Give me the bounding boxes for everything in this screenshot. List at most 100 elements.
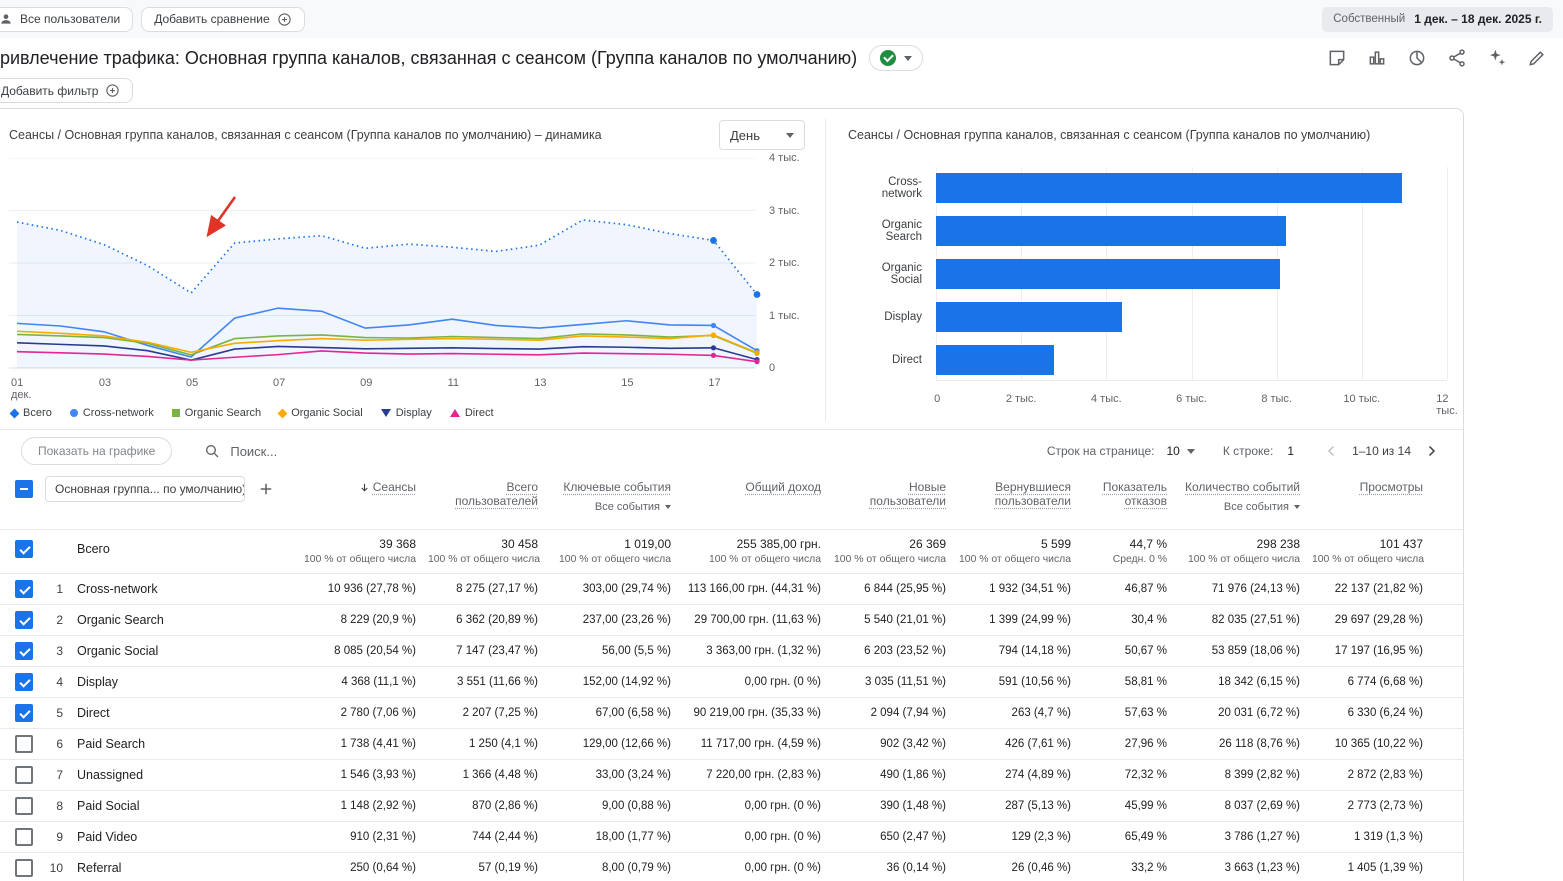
row-checkbox[interactable]: [15, 797, 33, 815]
table-row[interactable]: 4 Display 4 368 (11,1 %) 3 551 (11,66 %) 152…: [0, 667, 1463, 698]
granularity-select[interactable]: День: [719, 120, 805, 150]
search-input[interactable]: [230, 443, 361, 459]
table-row[interactable]: 2 Organic Search 8 229 (20,9 %) 6 362 (20,8…: [0, 605, 1463, 636]
row-checkbox[interactable]: [15, 735, 33, 753]
previous-page-button[interactable]: [1320, 439, 1344, 463]
column-header[interactable]: Вернувшиеся пользователи: [958, 476, 1083, 514]
metric-cell: 17 197 (16,95 %): [1334, 645, 1423, 657]
dimension-select[interactable]: Основная группа... по умолчанию): [45, 476, 245, 502]
legend-item[interactable]: Organic Social: [277, 407, 363, 419]
rows-per-page-select[interactable]: 10: [1166, 444, 1195, 458]
channel-name: Unassigned: [77, 768, 144, 782]
data-quality-badge[interactable]: [869, 45, 924, 71]
totals-subtext: 100 % от общего числа: [304, 554, 416, 565]
bar[interactable]: [936, 344, 1055, 375]
totals-subtext: 100 % от общего числа: [959, 554, 1071, 565]
all-users-chip[interactable]: Все пользователи: [0, 6, 134, 32]
insights-icon[interactable]: [1485, 46, 1509, 70]
top-bar: Все пользователи Добавить сравнение Собс…: [0, 0, 1563, 38]
metric-cell: 591 (10,56 %): [998, 676, 1071, 688]
table-row[interactable]: 8 Paid Social 1 148 (2,92 %) 870 (2,86 %) 9,…: [0, 791, 1463, 822]
share-icon[interactable]: [1445, 46, 1469, 70]
metric-cell: 22 137 (21,82 %): [1334, 583, 1423, 595]
row-checkbox[interactable]: [15, 580, 33, 598]
bar[interactable]: [936, 216, 1287, 247]
add-dimension-button[interactable]: [257, 480, 275, 498]
next-page-button[interactable]: [1419, 439, 1443, 463]
row-checkbox[interactable]: [15, 611, 33, 629]
edit-icon[interactable]: [1525, 46, 1549, 70]
bar-chart: Cross-network Organic Search Organic Socia…: [848, 167, 1458, 417]
row-checkbox[interactable]: [15, 704, 33, 722]
channel-name: Referral: [77, 861, 122, 875]
legend-item[interactable]: Direct: [449, 407, 494, 419]
row-checkbox[interactable]: [15, 859, 33, 877]
row-checkbox[interactable]: [15, 766, 33, 784]
column-header[interactable]: Ключевые события Все события: [550, 476, 683, 520]
select-all-checkbox[interactable]: [15, 480, 33, 498]
bar[interactable]: [936, 301, 1122, 332]
legend-item[interactable]: Всего: [9, 407, 52, 419]
table-row[interactable]: 1 Cross-network 10 936 (27,78 %) 8 275 (27,…: [0, 574, 1463, 605]
totals-checkbox[interactable]: [15, 540, 33, 558]
totals-cell: 101 437 100 % от общего числа: [1312, 530, 1463, 565]
x-tick-label: 03: [98, 377, 112, 389]
bar-chart-icon[interactable]: [1365, 46, 1389, 70]
add-filter-chip[interactable]: Добавить фильтр: [0, 78, 134, 103]
row-checkbox[interactable]: [15, 642, 33, 660]
totals-cell: 1 019,00 100 % от общего числа: [550, 530, 683, 565]
donut-chart-icon[interactable]: [1405, 46, 1429, 70]
person-icon: [1, 14, 11, 24]
totals-cell: 298 238 100 % от общего числа: [1179, 530, 1312, 565]
note-icon[interactable]: [1325, 46, 1349, 70]
column-header[interactable]: Сеансы: [304, 476, 428, 502]
x-tick-label: 09: [360, 377, 373, 389]
table-row[interactable]: 3 Organic Social 8 085 (20,54 %) 7 147 (23,…: [0, 636, 1463, 667]
legend-item[interactable]: Display: [380, 407, 432, 419]
table-row[interactable]: 7 Unassigned 1 546 (3,93 %) 1 366 (4,48 %) 3…: [0, 760, 1463, 791]
plot-rows-button[interactable]: Показать на графике: [21, 437, 173, 465]
bar[interactable]: [936, 258, 1281, 289]
metric-cell: 2 780 (7,06 %): [340, 707, 416, 719]
all-users-chip-label: Все пользователи: [20, 12, 121, 26]
x-tick-label: 07: [273, 377, 286, 389]
metric-cell: 2 094 (7,94 %): [870, 707, 946, 719]
legend-item[interactable]: Cross-network: [69, 407, 154, 419]
column-header[interactable]: Просмотры: [1312, 476, 1463, 500]
metric-cell: 129,00 (12,66 %): [582, 738, 671, 750]
metric-cell: 90 219,00 грн. (35,33 %): [693, 707, 821, 719]
date-range-picker[interactable]: Собственный 1 дек. – 18 дек. 2025 г.: [1322, 6, 1553, 32]
column-header[interactable]: Показатель отказов: [1083, 476, 1179, 514]
row-number: 10: [49, 861, 63, 875]
pagination-controls: Строк на странице: 10 К строке: 1 1–10 и…: [1047, 439, 1443, 463]
chevron-left-icon: [1328, 445, 1335, 457]
table-row[interactable]: 5 Direct 2 780 (7,06 %) 2 207 (7,25 %) 67,00…: [0, 698, 1463, 729]
go-to-row-input[interactable]: 1: [1287, 444, 1294, 458]
totals-cell: 255 385,00 грн. 100 % от общего числа: [683, 530, 833, 565]
column-header[interactable]: Общий доход: [683, 476, 833, 500]
row-checkbox[interactable]: [15, 673, 33, 691]
table-row[interactable]: 9 Paid Video 910 (2,31 %) 744 (2,44 %) 18,00…: [0, 822, 1463, 853]
channel-name: Paid Video: [77, 830, 138, 844]
row-number: 9: [56, 830, 63, 844]
metric-cell: 67,00 (6,58 %): [595, 707, 671, 719]
legend-item[interactable]: Organic Search: [171, 407, 261, 419]
totals-dimension-cell: Всего: [0, 530, 304, 558]
table-row[interactable]: 6 Paid Search 1 738 (4,41 %) 1 250 (4,1 %) 1…: [0, 729, 1463, 760]
column-header[interactable]: Новые пользователи: [833, 476, 958, 514]
metric-cell: 870 (2,86 %): [472, 800, 538, 812]
row-checkbox[interactable]: [15, 828, 33, 846]
metric-subfilter-select[interactable]: Все события: [1179, 500, 1300, 514]
column-header[interactable]: Всего пользователей: [428, 476, 550, 514]
metric-cell: 0,00 грн. (0 %): [744, 676, 821, 688]
bar[interactable]: [936, 173, 1402, 204]
channel-name: Organic Social: [77, 644, 159, 658]
metric-subfilter-select[interactable]: Все события: [550, 500, 671, 514]
bar-category-label: Direct: [891, 353, 922, 366]
table-row[interactable]: 10 Referral 250 (0,64 %) 57 (0,19 %) 8,00 (0…: [0, 853, 1463, 881]
y-tick-label: 3 тыс.: [769, 204, 800, 217]
table-search[interactable]: [204, 443, 361, 459]
add-comparison-chip[interactable]: Добавить сравнение: [141, 6, 305, 32]
column-header[interactable]: Количество событий Все события: [1179, 476, 1312, 520]
metric-cell: 29 700,00 грн. (11,63 %): [694, 614, 821, 626]
